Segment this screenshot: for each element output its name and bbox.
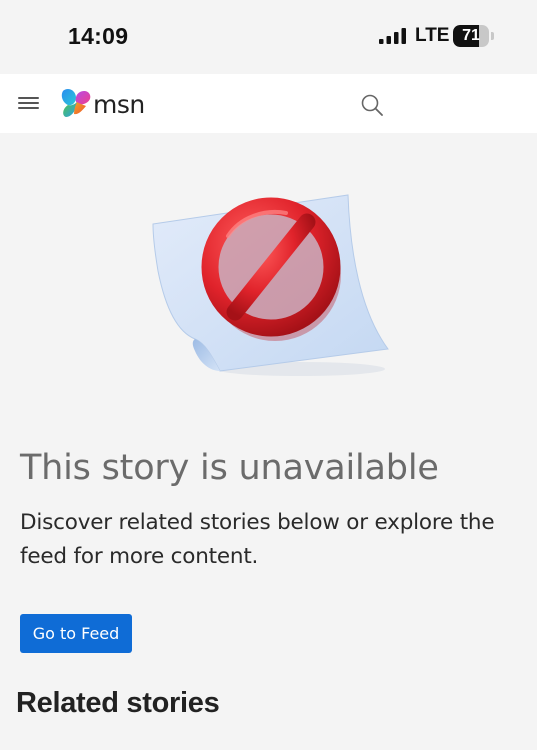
app-header: msn — [0, 74, 537, 133]
menu-button[interactable] — [18, 94, 40, 112]
related-stories-heading: Related stories — [16, 687, 220, 719]
signal-icon — [379, 28, 406, 44]
search-icon[interactable] — [360, 93, 384, 117]
main-content: This story is unavailable Discover relat… — [0, 133, 537, 750]
battery-level: 71 — [462, 27, 480, 44]
go-to-feed-button[interactable]: Go to Feed — [20, 614, 132, 653]
status-bar: 14:09 LTE 71 — [0, 0, 537, 74]
menu-icon — [18, 97, 39, 99]
prohibited-sign-on-paper-icon — [152, 194, 389, 376]
battery-icon: 71 — [453, 25, 495, 47]
unavailable-title: This story is unavailable — [20, 448, 439, 488]
network-type: LTE — [415, 25, 450, 46]
msn-logo-text: msn — [93, 90, 145, 119]
msn-logo-icon — [61, 89, 91, 117]
unavailable-message: Discover related stories below or explor… — [20, 510, 495, 569]
status-time: 14:09 — [68, 23, 129, 49]
